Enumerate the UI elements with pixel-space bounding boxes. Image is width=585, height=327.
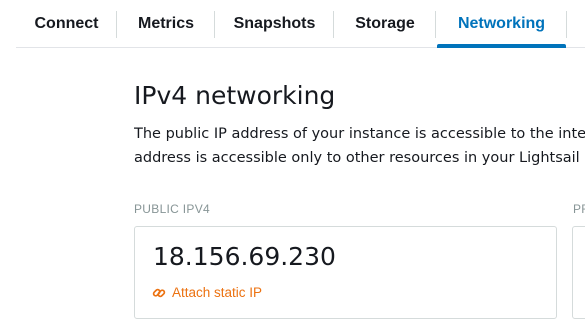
- tab-metrics-label: Metrics: [137, 14, 195, 32]
- tab-connect[interactable]: Connect: [16, 0, 117, 47]
- active-tab-indicator: [437, 44, 566, 48]
- static-ip-link-icon: [152, 286, 166, 300]
- description-line: The public IP address of your instance i…: [134, 126, 585, 142]
- instance-tabs: Connect Metrics Snapshots Storage Networ…: [16, 0, 585, 48]
- tab-networking-label: Networking: [457, 14, 546, 32]
- private-ipv4-card: [572, 226, 585, 319]
- tab-storage-label: Storage: [355, 14, 415, 32]
- attach-static-ip-label: Attach static IP: [172, 285, 263, 300]
- tab-snapshots[interactable]: Snapshots: [215, 0, 334, 47]
- public-ipv4-card: 18.156.69.230 Attach static IP: [134, 226, 557, 319]
- ipv4-section-title: IPv4 networking: [134, 81, 336, 110]
- instance-networking-page: Connect Metrics Snapshots Storage Networ…: [0, 0, 585, 327]
- attach-static-ip-link[interactable]: Attach static IP: [152, 284, 262, 302]
- ipv4-section-description: The public IP address of your instance i…: [134, 122, 585, 170]
- tab-networking[interactable]: Networking: [436, 0, 567, 48]
- public-ipv4-label: PUBLIC IPV4: [134, 202, 210, 216]
- tab-storage[interactable]: Storage: [334, 0, 436, 47]
- tab-snapshots-label: Snapshots: [233, 14, 316, 32]
- tab-metrics[interactable]: Metrics: [117, 0, 215, 47]
- description-line: address is accessible only to other reso…: [134, 150, 585, 166]
- private-ipv4-label: PR: [573, 202, 585, 216]
- tab-divider: [566, 11, 567, 38]
- public-ip-address: 18.156.69.230: [153, 242, 336, 271]
- tab-connect-label: Connect: [34, 14, 99, 32]
